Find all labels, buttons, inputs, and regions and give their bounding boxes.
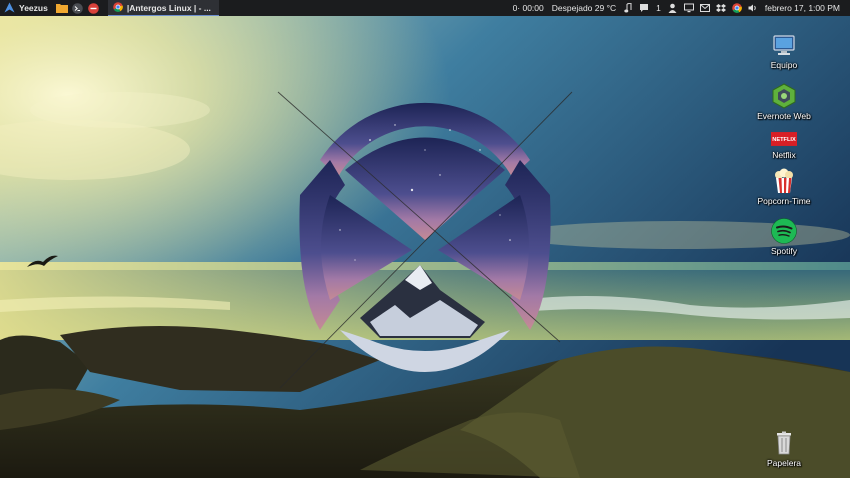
- desktop-icon-netflix[interactable]: NETFLIX Netflix: [749, 130, 819, 160]
- chat-count: 1: [656, 3, 661, 13]
- desktop-icon-label: Equipo: [770, 60, 798, 70]
- desktop-icon-label: Papelera: [766, 458, 802, 468]
- desktop-icon-label: Spotify: [771, 246, 797, 256]
- application-menu-button[interactable]: Yeezus: [0, 0, 54, 16]
- chat-icon[interactable]: [639, 3, 649, 13]
- desktop-icon-label: Popcorn-Time: [757, 196, 811, 206]
- volume-icon[interactable]: [748, 3, 758, 13]
- mail-icon[interactable]: [699, 3, 710, 13]
- display-icon[interactable]: [683, 3, 694, 13]
- timer-indicator[interactable]: 0· 00:00: [513, 3, 544, 13]
- desktop-icon-papelera[interactable]: Papelera: [749, 430, 819, 468]
- folder-icon[interactable]: [55, 3, 68, 14]
- chrome-tray-icon[interactable]: [732, 3, 742, 13]
- dropbox-icon[interactable]: [715, 3, 726, 13]
- power-icon[interactable]: [88, 2, 100, 14]
- desktop-icon-popcorn-time[interactable]: Popcorn-Time: [749, 168, 819, 206]
- desktop-icon-label: Evernote Web: [757, 111, 811, 121]
- desktop-wallpaper: [0, 0, 850, 478]
- netflix-badge-text: NETFLIX: [772, 137, 796, 143]
- trash-icon: [771, 430, 797, 456]
- spotify-icon: [771, 218, 797, 244]
- top-panel: Yeezus |Antergos Linux | - ... 0· 00:00: [0, 0, 850, 16]
- desktop-icon-spotify[interactable]: Spotify: [749, 218, 819, 256]
- popcorn-icon: [771, 168, 797, 194]
- desktop-icon-label: Netflix: [772, 150, 796, 160]
- music-note-icon[interactable]: [623, 3, 633, 13]
- taskbar-window-title: |Antergos Linux | - ...: [126, 2, 211, 13]
- desktop-icon-equipo[interactable]: Equipo: [749, 32, 819, 70]
- chrome-icon: [113, 1, 123, 14]
- netflix-icon: NETFLIX: [771, 130, 797, 148]
- weather-indicator[interactable]: Despejado 29 °C: [552, 3, 616, 13]
- computer-icon: [771, 32, 797, 58]
- desktop-icon-evernote-web[interactable]: Evernote Web: [749, 83, 819, 121]
- evernote-icon: [771, 83, 797, 109]
- terminal-icon[interactable]: [72, 2, 84, 14]
- user-icon[interactable]: [668, 3, 678, 13]
- taskbar-window-chrome[interactable]: |Antergos Linux | - ...: [107, 0, 219, 16]
- antergos-logo-icon: [4, 2, 15, 15]
- clock[interactable]: febrero 17, 1:00 PM: [765, 3, 840, 13]
- menu-label: Yeezus: [19, 3, 48, 13]
